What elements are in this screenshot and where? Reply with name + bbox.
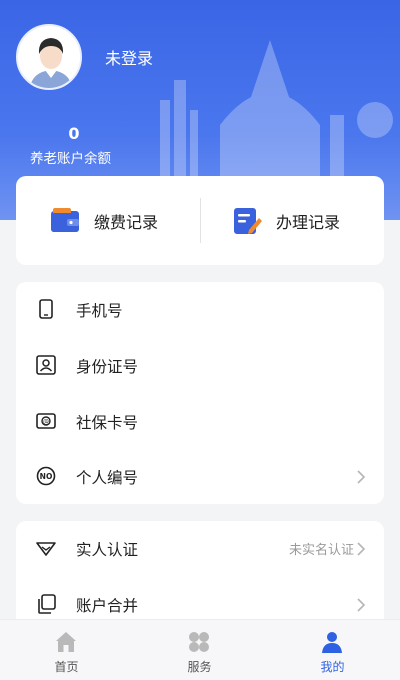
service-records-label: 办理记录 (276, 212, 341, 232)
balance-value: 0 (68, 124, 80, 143)
chevron-right-icon (357, 541, 366, 556)
tab-home[interactable]: 首页 (0, 620, 133, 680)
home-icon (56, 632, 76, 652)
divider (200, 198, 201, 243)
list-item-real-name-verification[interactable]: 实人认证 未实名认证 (16, 521, 384, 576)
bottom-tab-bar: 首页 服务 我的 (0, 619, 400, 680)
personal-info-card: 手机号 身份证号 @ 社保卡号 NO 个人编号 (16, 282, 384, 504)
verify-icon (36, 542, 56, 556)
list-item-social-security-card[interactable]: @ 社保卡号 (16, 394, 384, 449)
user-icon (322, 632, 342, 653)
tab-home-label: 首页 (54, 660, 79, 674)
wallet-icon (51, 207, 79, 232)
city-skyline-illustration (160, 40, 393, 190)
avatar[interactable] (16, 24, 82, 90)
real-name-verification-label: 实人认证 (76, 540, 139, 559)
phone-label: 手机号 (76, 301, 123, 320)
social-security-card-icon: @ (36, 413, 56, 429)
quick-actions-card: 缴费记录 办理记录 (16, 176, 384, 265)
svg-text:@: @ (43, 419, 49, 426)
verification-status: 未实名认证 (288, 543, 354, 558)
account-auth-card: 实人认证 未实名认证 账户合并 (16, 521, 384, 631)
svg-text:NO: NO (40, 472, 53, 481)
number-badge-icon: NO (36, 466, 56, 486)
balance-label: 养老账户余额 (30, 151, 111, 167)
id-card-label: 身份证号 (76, 357, 139, 376)
login-status[interactable]: 未登录 (105, 45, 153, 69)
tab-service[interactable]: 服务 (133, 620, 266, 680)
merge-account-label: 账户合并 (76, 596, 139, 615)
social-security-card-label: 社保卡号 (76, 413, 139, 432)
list-item-id-card[interactable]: 身份证号 (16, 338, 384, 393)
list-item-phone[interactable]: 手机号 (16, 282, 384, 337)
personal-number-label: 个人编号 (76, 468, 139, 487)
avatar-person-icon (18, 26, 80, 88)
payment-records-label: 缴费记录 (94, 212, 159, 232)
tab-service-label: 服务 (187, 660, 212, 674)
chevron-right-icon (357, 597, 366, 612)
chevron-right-icon (357, 469, 366, 484)
tab-mine-label: 我的 (320, 660, 345, 674)
payment-records-button[interactable]: 缴费记录 (50, 176, 158, 265)
list-item-personal-number[interactable]: NO 个人编号 (16, 449, 384, 504)
merge-account-icon (38, 594, 56, 614)
phone-icon (39, 299, 53, 319)
tab-mine[interactable]: 我的 (266, 620, 399, 680)
service-records-button[interactable]: 办理记录 (232, 176, 340, 265)
service-grid-icon (189, 632, 209, 652)
id-card-icon (36, 355, 56, 375)
edit-record-icon (234, 207, 262, 234)
